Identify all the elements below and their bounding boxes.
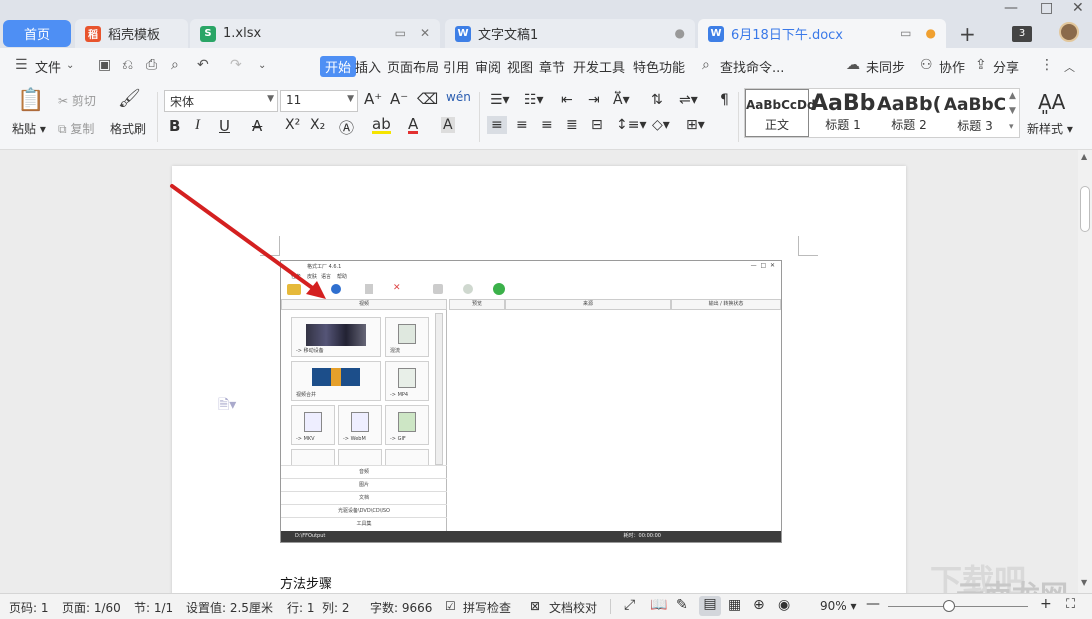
status-row[interactable]: 行: 1	[287, 599, 315, 616]
proofread-icon[interactable]: ⊠	[530, 599, 540, 613]
outline-view-icon[interactable]: ▦	[728, 597, 741, 613]
status-word-count[interactable]: 字数: 9666	[370, 599, 432, 616]
status-section[interactable]: 节: 1/1	[134, 599, 173, 616]
fullscreen-icon[interactable]: ⤢	[624, 597, 635, 613]
zoom-select[interactable]: 90% ▾	[820, 599, 857, 613]
zoom-slider-thumb[interactable]	[943, 600, 955, 612]
annotation-arrow	[170, 184, 326, 299]
status-pages[interactable]: 页面: 1/60	[62, 599, 121, 616]
status-page-number[interactable]: 页码: 1	[9, 599, 49, 616]
status-column[interactable]: 列: 2	[322, 599, 350, 616]
document-paragraph[interactable]: 方法步骤	[280, 573, 332, 592]
fit-page-icon[interactable]: ⛶	[1066, 597, 1075, 612]
zoom-in-icon[interactable]: +	[1040, 596, 1052, 612]
eye-protection-icon[interactable]: ◉	[778, 597, 790, 613]
divider	[610, 599, 611, 614]
read-mode-icon[interactable]: 📖	[650, 597, 667, 613]
proofread-button[interactable]: 文档校对	[549, 599, 597, 616]
arrow-shaft	[170, 184, 320, 294]
zoom-value: 90%	[820, 599, 847, 613]
zoom-out-icon[interactable]: —	[866, 596, 880, 612]
spell-check-button[interactable]: 拼写检查	[463, 599, 511, 616]
status-bar: 页码: 1 页面: 1/60 节: 1/1 设置值: 2.5厘米 行: 1 列:…	[0, 593, 1092, 619]
edit-mode-icon[interactable]: ✎	[676, 597, 688, 613]
zoom-slider-track[interactable]	[888, 606, 1028, 607]
status-setting[interactable]: 设置值: 2.5厘米	[186, 599, 273, 616]
web-view-icon[interactable]: ⊕	[753, 597, 765, 613]
spell-check-icon[interactable]: ☑	[445, 599, 456, 613]
page-view-icon[interactable]: ▤	[699, 596, 721, 616]
